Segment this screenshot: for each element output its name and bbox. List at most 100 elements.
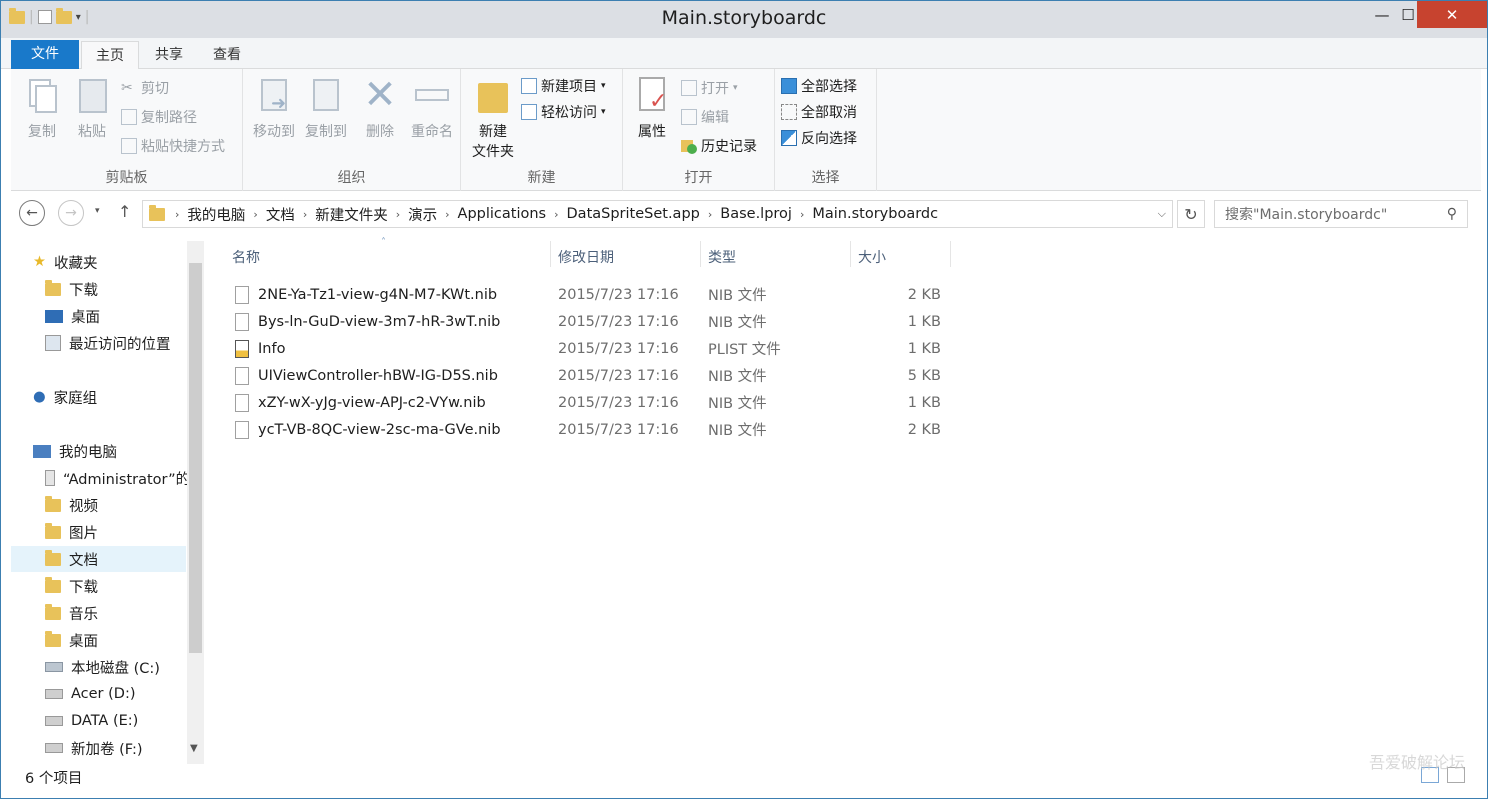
- nav-favorites[interactable]: ★ 收藏夹: [33, 249, 98, 275]
- back-button[interactable]: ←: [19, 200, 45, 226]
- nav-fav-downloads[interactable]: 下载: [45, 276, 98, 302]
- properties-icon: ✓: [635, 75, 669, 115]
- address-box[interactable]: › 我的电脑 › 文档 › 新建文件夹 › 演示 › Applications › Dat…: [142, 200, 1173, 228]
- window-title: Main.storyboardc: [661, 7, 827, 29]
- file-row[interactable]: ycT-VB-8QC-view-2sc-ma-GVe.nib 2015/7/23 …: [225, 416, 965, 443]
- nav-desktop[interactable]: 桌面: [45, 627, 98, 653]
- file-icon: [235, 420, 249, 439]
- file-row[interactable]: xZY-wX-yJg-view-APJ-c2-VYw.nib 2015/7/23 …: [225, 389, 965, 416]
- nav-scrollbar-thumb[interactable]: [189, 263, 202, 653]
- plist-file-icon: [235, 339, 249, 358]
- copy-button[interactable]: 复制: [17, 75, 67, 141]
- address-dropdown-icon[interactable]: ⌵: [1158, 207, 1166, 221]
- nav-downloads[interactable]: 下载: [45, 573, 98, 599]
- breadcrumb-item[interactable]: 我的电脑: [181, 204, 251, 225]
- refresh-button[interactable]: ↻: [1177, 200, 1205, 228]
- column-type[interactable]: 类型: [708, 247, 736, 267]
- close-button[interactable]: ✕: [1417, 1, 1487, 28]
- nav-fav-desktop[interactable]: 桌面: [45, 303, 100, 329]
- paste-icon: [75, 75, 109, 115]
- drive-icon: [45, 743, 63, 753]
- new-group-label: 新建: [527, 170, 556, 186]
- nav-videos[interactable]: 视频: [45, 492, 98, 518]
- column-size[interactable]: 大小: [858, 247, 886, 267]
- rename-button[interactable]: 重命名: [407, 75, 457, 141]
- tab-home[interactable]: 主页: [81, 41, 139, 70]
- search-input[interactable]: 搜索"Main.storyboardc" ⚲: [1214, 200, 1468, 228]
- address-bar-row: ← → ▾ ↑ › 我的电脑 › 文档 › 新建文件夹 › 演示 › Applicati…: [11, 197, 1481, 233]
- breadcrumb-item[interactable]: 演示: [402, 204, 443, 225]
- tab-share[interactable]: 共享: [141, 41, 197, 69]
- nav-drive-d[interactable]: Acer (D:): [45, 681, 136, 707]
- clipboard-group-label: 剪贴板: [105, 170, 148, 186]
- select-none-button[interactable]: 全部取消: [781, 101, 857, 123]
- dropdown-icon: ▾: [601, 81, 606, 91]
- new-item-button[interactable]: 新建项目 ▾: [521, 75, 606, 97]
- invert-selection-button[interactable]: 反向选择: [781, 127, 857, 149]
- nav-computer[interactable]: 我的电脑: [33, 438, 117, 464]
- history-icon: [681, 138, 697, 154]
- new-folder-button[interactable]: 新建 文件夹: [465, 75, 521, 161]
- nav-documents[interactable]: 文档: [11, 546, 186, 572]
- nav-music[interactable]: 音乐: [45, 600, 98, 626]
- breadcrumb-item[interactable]: 文档: [260, 204, 301, 225]
- delete-button[interactable]: ✕ 删除: [355, 75, 405, 141]
- user-folder-icon: [45, 470, 55, 486]
- nav-drive-e[interactable]: DATA (E:): [45, 708, 138, 734]
- paste-button[interactable]: 粘贴: [67, 75, 117, 141]
- select-all-button[interactable]: 全部选择: [781, 75, 857, 97]
- paste-shortcut-button[interactable]: 粘贴快捷方式: [121, 135, 225, 157]
- downloads-folder-icon: [45, 576, 61, 593]
- file-row[interactable]: Bys-ln-GuD-view-3m7-hR-3wT.nib 2015/7/23 …: [225, 308, 965, 335]
- title-bar: | ▾ | Main.storyboardc — ☐ ✕: [1, 1, 1487, 38]
- easy-access-button[interactable]: 轻松访问 ▾: [521, 101, 606, 123]
- ribbon-tabs: 文件 主页 共享 查看 ︿ ?: [1, 38, 1487, 101]
- nav-homegroup[interactable]: ● 家庭组: [33, 384, 97, 410]
- scroll-down-icon[interactable]: ▼: [190, 743, 198, 754]
- dropdown-icon: ▾: [733, 83, 738, 93]
- edit-button[interactable]: 编辑: [681, 106, 729, 128]
- recent-locations-dropdown[interactable]: ▾: [95, 206, 100, 216]
- copy-to-button[interactable]: 复制到: [299, 75, 353, 141]
- file-icon: [235, 285, 249, 304]
- new-group: 新建 文件夹 新建项目 ▾ 轻松访问 ▾ 新建: [461, 69, 623, 191]
- file-row[interactable]: Info 2015/7/23 17:16 PLIST 文件 1 KB: [225, 335, 965, 362]
- breadcrumb-item[interactable]: 新建文件夹: [309, 204, 394, 225]
- clipboard-group: 复制 粘贴 ✂ 剪切 复制路径 粘贴快捷方式 剪贴板: [11, 69, 243, 191]
- paste-shortcut-icon: [121, 138, 137, 154]
- tab-view[interactable]: 查看: [199, 41, 255, 69]
- column-name[interactable]: 名称: [232, 247, 260, 267]
- arrow-left-icon: ←: [26, 205, 38, 221]
- column-date[interactable]: 修改日期: [558, 247, 614, 267]
- copy-path-button[interactable]: 复制路径: [121, 106, 197, 128]
- navigation-pane: ★ 收藏夹 下载 桌面 最近访问的位置 ● 家庭组 我的电脑 “Administra…: [11, 241, 207, 764]
- copy-icon: [25, 75, 59, 115]
- organize-group-label: 组织: [337, 170, 366, 186]
- history-button[interactable]: 历史记录: [681, 135, 757, 157]
- nav-fav-recent[interactable]: 最近访问的位置: [45, 330, 171, 356]
- breadcrumb-item[interactable]: Main.storyboardc: [806, 206, 944, 222]
- nav-drive-f[interactable]: 新加卷 (F:): [45, 735, 143, 761]
- desktop-icon: [45, 309, 63, 323]
- up-button[interactable]: ↑: [118, 202, 131, 221]
- open-button[interactable]: 打开 ▾: [681, 77, 738, 99]
- breadcrumb-item[interactable]: Applications: [452, 206, 553, 222]
- homegroup-icon: ●: [33, 389, 46, 405]
- nav-user-folder[interactable]: “Administrator”的: [45, 465, 195, 491]
- sort-ascending-icon: ˄: [381, 237, 386, 248]
- file-row[interactable]: UIViewController-hBW-IG-D5S.nib 2015/7/23…: [225, 362, 965, 389]
- refresh-icon: ↻: [1184, 204, 1198, 224]
- cut-button[interactable]: ✂ 剪切: [121, 77, 169, 99]
- properties-button[interactable]: ✓ 属性: [627, 75, 677, 141]
- select-group: 全部选择 全部取消 反向选择 选择: [775, 69, 877, 191]
- tab-file[interactable]: 文件: [11, 40, 79, 69]
- breadcrumb-item[interactable]: Base.lproj: [714, 206, 798, 222]
- nav-drive-c[interactable]: 本地磁盘 (C:): [45, 654, 160, 680]
- move-to-button[interactable]: ➜ 移动到: [247, 75, 301, 141]
- downloads-folder-icon: [45, 279, 61, 296]
- breadcrumb-item[interactable]: DataSpriteSet.app: [561, 206, 706, 222]
- file-row[interactable]: 2NE-Ya-Tz1-view-g4N-M7-KWt.nib 2015/7/23 …: [225, 281, 965, 308]
- invert-selection-icon: [781, 130, 797, 146]
- nav-pictures[interactable]: 图片: [45, 519, 98, 545]
- forward-button[interactable]: →: [58, 200, 84, 226]
